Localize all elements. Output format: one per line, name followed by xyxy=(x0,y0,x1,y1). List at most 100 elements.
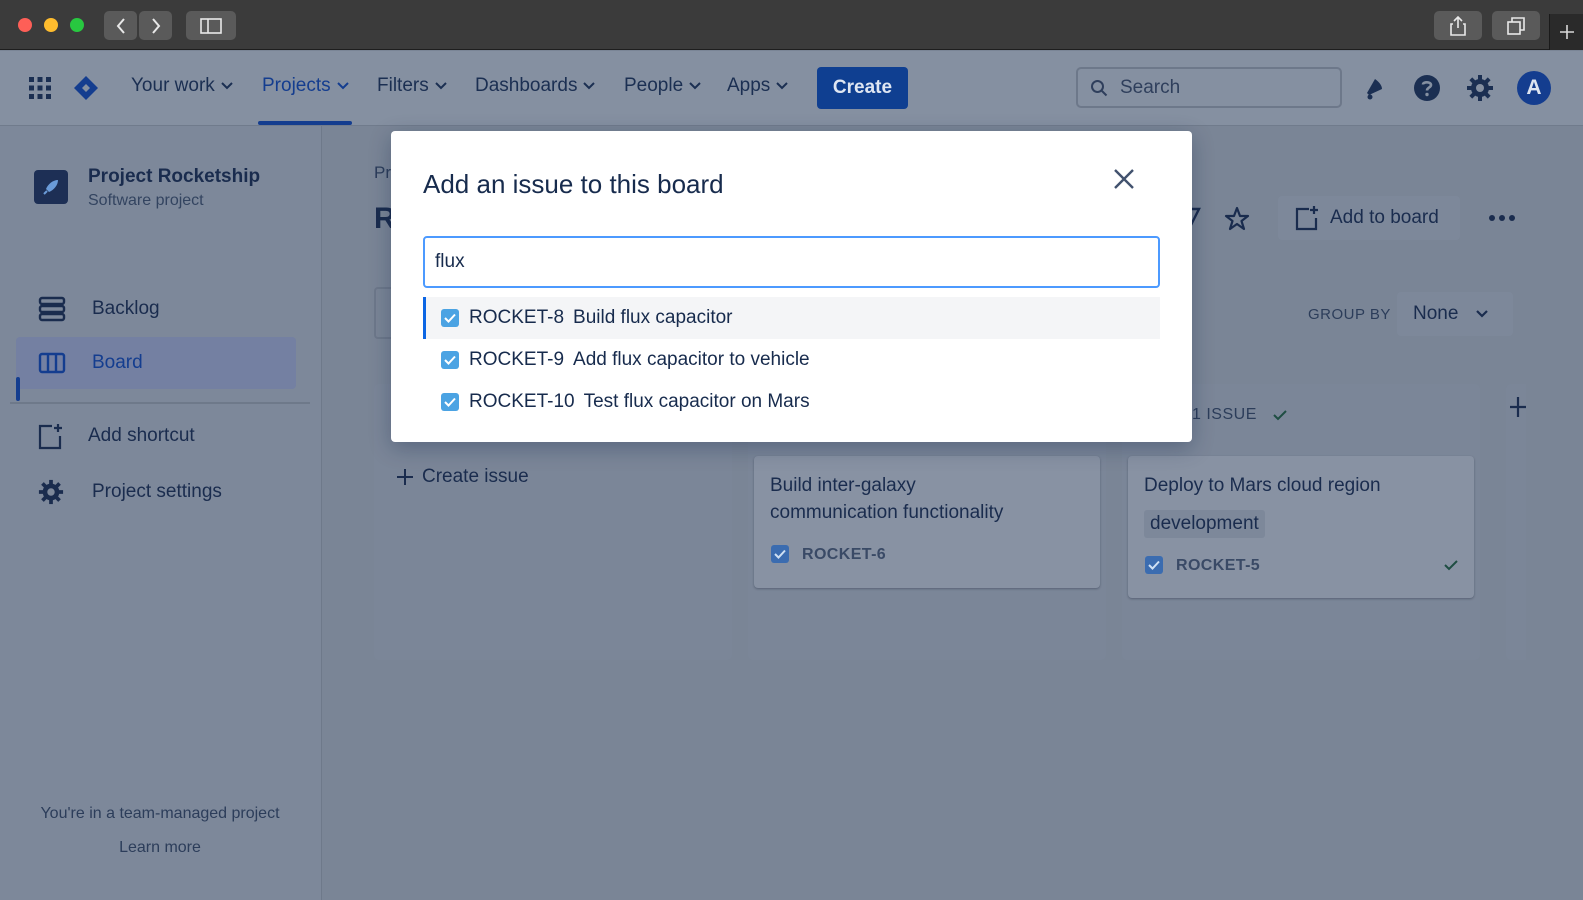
sidebar-item-backlog[interactable]: Backlog xyxy=(16,283,296,335)
nav-apps-label: Apps xyxy=(727,75,771,96)
sidebar-item-label: Project settings xyxy=(92,481,222,502)
issue-result-item[interactable]: ROCKET-10 Test flux capacitor on Mars xyxy=(423,381,1160,423)
sidebar-item-project-settings[interactable]: Project settings xyxy=(16,466,296,518)
new-tab-button[interactable] xyxy=(1549,14,1583,50)
issue-result-item[interactable]: ROCKET-8 Build flux capacitor xyxy=(423,297,1160,339)
star-button[interactable] xyxy=(1220,202,1254,236)
nav-your-work[interactable]: Your work xyxy=(131,75,233,97)
create-button[interactable]: Create xyxy=(817,67,908,109)
more-actions-button[interactable] xyxy=(1480,196,1524,240)
more-icon xyxy=(1489,215,1515,221)
card-title-line: communication functionality xyxy=(770,502,1004,523)
sidebar-item-label: Board xyxy=(92,352,143,373)
project-avatar[interactable] xyxy=(34,170,68,204)
plus-icon xyxy=(1559,25,1574,39)
nav-projects-label: Projects xyxy=(262,75,331,96)
issue-card[interactable]: Build inter-galaxy communication functio… xyxy=(754,456,1100,588)
grid-icon xyxy=(29,77,51,99)
app-switcher-button[interactable] xyxy=(23,71,57,105)
create-issue-button[interactable]: Create issue xyxy=(396,466,529,488)
add-issue-dialog: Add an issue to this board ROCKET-8 Buil… xyxy=(391,131,1192,442)
top-navigation: Your work Projects Filters Dashboards Pe… xyxy=(0,51,1583,126)
star-icon xyxy=(1224,206,1250,231)
sidebar-item-add-shortcut[interactable]: Add shortcut xyxy=(16,410,296,462)
minimize-window-button[interactable] xyxy=(44,18,58,32)
card-title: Build inter-galaxy communication functio… xyxy=(770,472,1003,526)
issue-summary: Build flux capacitor xyxy=(573,307,733,328)
chevron-down-icon xyxy=(689,82,701,90)
issue-key: ROCKET-8 xyxy=(469,307,565,328)
card-title: Deploy to Mars cloud region xyxy=(1144,475,1381,496)
group-by-select[interactable]: None xyxy=(1397,292,1513,336)
add-to-board-label: Add to board xyxy=(1330,207,1439,228)
add-to-board-button[interactable]: Add to board xyxy=(1278,196,1460,240)
notification-bell-icon xyxy=(1367,79,1382,100)
settings-button[interactable] xyxy=(1463,71,1497,105)
forward-button[interactable] xyxy=(139,11,172,40)
help-button[interactable] xyxy=(1410,71,1444,105)
tabs-overview-button[interactable] xyxy=(1492,11,1540,40)
story-type-icon xyxy=(441,393,459,411)
chevron-down-icon xyxy=(1476,310,1489,318)
issue-results-list: ROCKET-8 Build flux capacitor ROCKET-9 A… xyxy=(423,297,1160,423)
project-type: Software project xyxy=(88,192,204,209)
nav-apps[interactable]: Apps xyxy=(727,75,789,97)
browser-toolbar xyxy=(0,0,1583,50)
nav-dashboards[interactable]: Dashboards xyxy=(475,75,596,97)
share-button[interactable] xyxy=(1434,11,1482,40)
story-type-icon xyxy=(771,545,789,563)
close-window-button[interactable] xyxy=(18,18,32,32)
sidebar-toggle-button[interactable] xyxy=(186,11,236,40)
sidebar-icon xyxy=(200,17,222,34)
chevron-right-icon xyxy=(151,17,160,34)
add-column-button[interactable] xyxy=(1506,384,1526,660)
issue-label-tag: development xyxy=(1144,510,1265,538)
nav-projects[interactable]: Projects xyxy=(262,75,349,97)
add-shortcut-icon xyxy=(36,422,76,450)
sidebar-divider xyxy=(10,402,310,404)
add-shortcut-icon xyxy=(1295,206,1318,231)
create-issue-label: Create issue xyxy=(422,466,529,487)
group-by-label: GROUP BY xyxy=(1308,306,1391,323)
help-icon xyxy=(1414,75,1440,101)
story-type-icon xyxy=(441,351,459,369)
plus-icon xyxy=(397,469,413,485)
notifications-button[interactable] xyxy=(1357,71,1391,105)
issue-card[interactable]: Deploy to Mars cloud region development … xyxy=(1128,456,1474,598)
nav-your-work-label: Your work xyxy=(131,75,215,96)
search-input[interactable]: Search xyxy=(1076,67,1342,108)
issue-result-item[interactable]: ROCKET-9 Add flux capacitor to vehicle xyxy=(423,339,1160,381)
plus-icon xyxy=(1510,397,1526,417)
project-name[interactable]: Project Rocketship xyxy=(88,166,260,188)
rocket-icon xyxy=(43,180,58,195)
learn-more-link[interactable]: Learn more xyxy=(0,839,320,857)
issue-search-input[interactable] xyxy=(423,236,1160,288)
chevron-down-icon xyxy=(336,82,349,90)
back-button[interactable] xyxy=(104,11,137,40)
gear-icon xyxy=(38,479,78,505)
breadcrumb[interactable]: Pr xyxy=(374,163,391,183)
close-dialog-button[interactable] xyxy=(1107,162,1141,196)
jira-logo-icon xyxy=(74,76,98,100)
search-icon xyxy=(1091,79,1108,96)
close-icon xyxy=(1114,169,1134,189)
issue-summary: Test flux capacitor on Mars xyxy=(583,391,810,412)
avatar[interactable]: A xyxy=(1517,71,1551,105)
share-icon xyxy=(1450,15,1466,36)
jira-logo[interactable] xyxy=(69,71,103,105)
issue-key: ROCKET-9 xyxy=(469,349,565,370)
sidebar-item-board[interactable]: Board xyxy=(16,337,296,389)
search-placeholder: Search xyxy=(1120,76,1181,98)
story-type-icon xyxy=(1145,556,1163,574)
backlog-icon xyxy=(38,296,78,322)
nav-people[interactable]: People xyxy=(624,75,701,97)
sidebar-item-label: Backlog xyxy=(92,298,160,319)
issue-key: ROCKET-10 xyxy=(469,391,575,412)
nav-filters[interactable]: Filters xyxy=(377,75,447,97)
gear-icon xyxy=(1467,75,1493,101)
project-sidebar: Project Rocketship Software project Back… xyxy=(0,126,322,900)
active-sidebar-indicator xyxy=(16,377,20,401)
zoom-window-button[interactable] xyxy=(70,18,84,32)
nav-people-label: People xyxy=(624,75,684,96)
column-issue-count: 1 ISSUE xyxy=(1192,406,1287,424)
